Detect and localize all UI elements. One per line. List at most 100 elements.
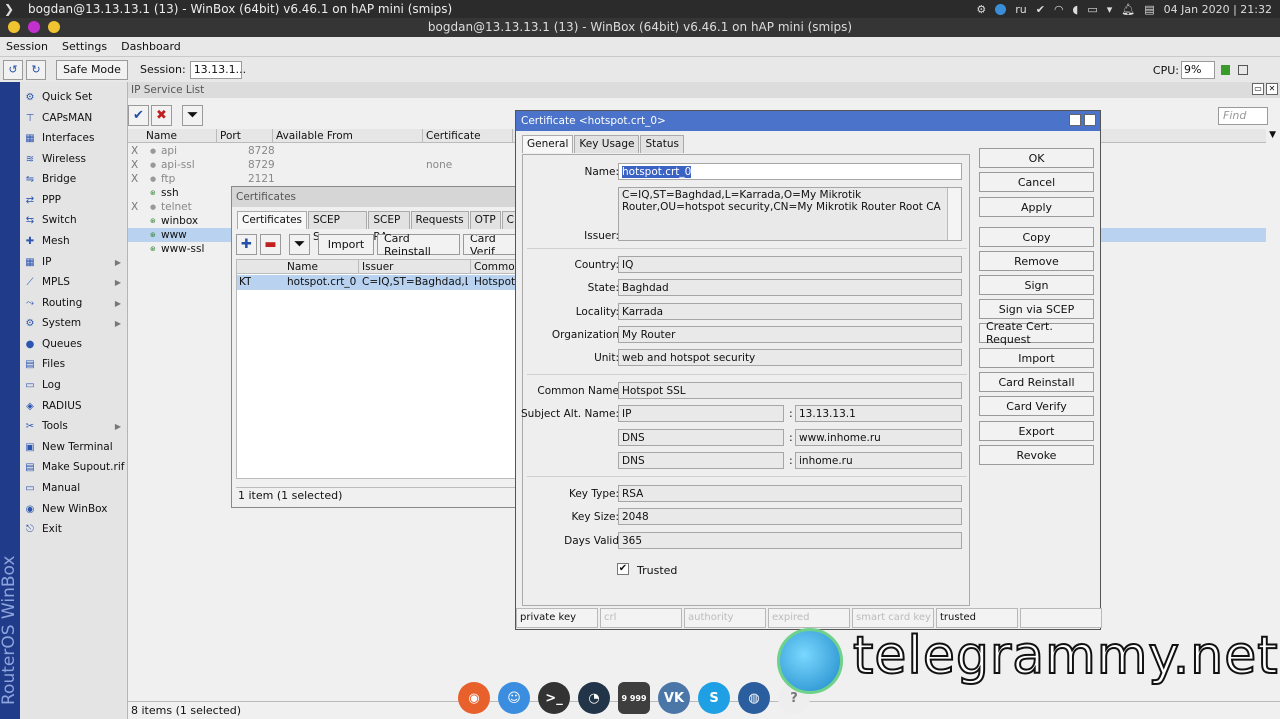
copy-button[interactable]: Copy [979, 227, 1094, 247]
sidebar-item-files[interactable]: ▤ Files [23, 354, 127, 374]
san-type-field[interactable]: DNS [618, 429, 784, 446]
tab-requests[interactable]: Requests [410, 211, 469, 229]
issuer-scrollbar[interactable] [947, 188, 961, 240]
card-reinstall-button[interactable]: Card Reinstall [979, 372, 1094, 392]
sidebar-item-ip[interactable]: ▦ IP ▶ [23, 252, 127, 272]
sidebar-item-mpls[interactable]: ⟋ MPLS ▶ [23, 272, 127, 292]
find-input[interactable]: Find [1218, 107, 1268, 125]
enable-check-icon[interactable]: ✔ [128, 105, 149, 126]
common-name-field[interactable]: Hotspot SSL [618, 382, 962, 399]
menu-session[interactable]: Session [6, 40, 48, 53]
ok-button[interactable]: OK [979, 148, 1094, 168]
undo-icon[interactable]: ↺ [3, 59, 23, 80]
tab-certificates[interactable]: Certificates [237, 211, 308, 229]
san-type-field[interactable]: IP [618, 405, 784, 422]
sidebar-item-queues[interactable]: ● Queues [23, 334, 127, 354]
sidebar-item-system[interactable]: ⚙ System ▶ [23, 313, 127, 333]
telegram-tray-icon[interactable] [995, 3, 1007, 15]
unit-field[interactable]: web and hotspot security [618, 349, 962, 366]
minimize-button[interactable] [8, 21, 20, 33]
days-valid-field[interactable]: 365 [618, 532, 962, 549]
clock[interactable]: 04 Jan 2020 | 21:32 [1164, 3, 1272, 16]
wifi-icon[interactable]: ◠ [1054, 3, 1064, 16]
revoke-button[interactable]: Revoke [979, 445, 1094, 465]
filter-icon[interactable]: ⏷ [182, 105, 203, 126]
system-monitor-icon[interactable]: ◔ [578, 682, 610, 714]
sidebar-item-bridge[interactable]: ⇋ Bridge [23, 169, 127, 189]
disable-x-icon[interactable]: ✖ [151, 105, 172, 126]
sidebar-item-tools[interactable]: ✂ Tools ▶ [23, 416, 127, 436]
remove-button[interactable]: Remove [979, 251, 1094, 271]
card-verify-button[interactable]: Card Verify [979, 396, 1094, 416]
tab-key-usage[interactable]: Key Usage [574, 135, 640, 153]
menu-dashboard[interactable]: Dashboard [121, 40, 181, 53]
vk-icon[interactable]: VK [658, 682, 690, 714]
col-name[interactable]: Name [284, 260, 359, 274]
sign-via-scep-button[interactable]: Sign via SCEP [979, 299, 1094, 319]
sidebar-item-mesh[interactable]: ✚ Mesh [23, 231, 127, 251]
col-port[interactable]: Port [217, 129, 273, 143]
sidebar-item-log[interactable]: ▭ Log [23, 375, 127, 395]
san-value-field[interactable]: 13.13.13.1 [795, 405, 962, 422]
key-size-field[interactable]: 2048 [618, 508, 962, 525]
clipboard-icon[interactable]: ▤ [1144, 3, 1154, 16]
sign-button[interactable]: Sign [979, 275, 1094, 295]
apply-button[interactable]: Apply [979, 197, 1094, 217]
issuer-field[interactable]: C=IQ,ST=Baghdad,L=Karrada,O=My Mikrotik … [618, 187, 962, 241]
sidebar-item-switch[interactable]: ⇆ Switch [23, 210, 127, 230]
trusted-checkbox[interactable]: ✔ [617, 563, 629, 575]
sidebar-item-wireless[interactable]: ≋ Wireless [23, 149, 127, 169]
sidebar-item-new-winbox[interactable]: ◉ New WinBox [23, 499, 127, 519]
organization-field[interactable]: My Router [618, 326, 962, 343]
sidebar-item-quick-set[interactable]: ⚙ Quick Set [23, 87, 127, 107]
maximize-button[interactable] [28, 21, 40, 33]
export-button[interactable]: Export [979, 421, 1094, 441]
skype-icon[interactable]: S [698, 682, 730, 714]
sidebar-item-ppp[interactable]: ⇄ PPP [23, 190, 127, 210]
window-close-button[interactable]: ✕ [1266, 83, 1278, 95]
add-icon[interactable]: ✚ [236, 234, 257, 255]
sidebar-item-exit[interactable]: ⎋ Exit [23, 519, 127, 539]
import-button[interactable]: Import [318, 234, 374, 255]
locality-field[interactable]: Karrada [618, 303, 962, 320]
country-field[interactable]: IQ [618, 256, 962, 273]
tab-scep-servers[interactable]: SCEP Servers [308, 211, 368, 243]
window-restore-button[interactable]: ▭ [1069, 114, 1081, 126]
sidebar-item-make-supout-rif[interactable]: ▤ Make Supout.rif [23, 457, 127, 477]
finder-icon[interactable]: ☺ [498, 682, 530, 714]
check-icon[interactable]: ✔ [1036, 3, 1045, 16]
state-field[interactable]: Baghdad [618, 279, 962, 296]
table-row[interactable]: KT hotspot.crt_0 C=IQ,ST=Baghdad,L... Ho… [237, 275, 521, 290]
sidebar-item-radius[interactable]: ◈ RADIUS [23, 396, 127, 416]
import-button[interactable]: Import [979, 348, 1094, 368]
col-certificate[interactable]: Certificate [423, 129, 513, 143]
battery-icon[interactable]: ▭ [1087, 3, 1097, 16]
key-type-field[interactable]: RSA [618, 485, 962, 502]
tab-scep-ra[interactable]: SCEP RA [368, 211, 410, 243]
language-indicator[interactable]: ru [1015, 3, 1027, 16]
create-cert-request-button[interactable]: Create Cert. Request [979, 320, 1094, 346]
name-field[interactable]: hotspot.crt_0 [618, 163, 962, 180]
mikrotik-icon[interactable]: ◍ [738, 682, 770, 714]
session-field[interactable]: 13.13.1... [189, 60, 246, 79]
badge-app-icon[interactable]: 9 999 [618, 682, 650, 714]
close-button[interactable] [48, 21, 60, 33]
window-close-button[interactable]: ✕ [1084, 114, 1096, 126]
tab-general[interactable]: General [522, 135, 574, 153]
sidebar-item-manual[interactable]: ▭ Manual [23, 478, 127, 498]
safe-mode-button[interactable]: Safe Mode [56, 59, 128, 80]
col-available-from[interactable]: Available From [273, 129, 423, 143]
filter-icon[interactable]: ⏷ [289, 234, 310, 255]
column-chooser-icon[interactable]: ▼ [1269, 130, 1276, 140]
tab-otp[interactable]: OTP [469, 211, 501, 229]
firefox-icon[interactable]: ◉ [458, 682, 490, 714]
tab-status[interactable]: Status [640, 135, 684, 153]
sidebar-item-interfaces[interactable]: ▦ Interfaces [23, 128, 127, 148]
redo-icon[interactable]: ↻ [26, 59, 46, 80]
menu-settings[interactable]: Settings [62, 40, 107, 53]
sidebar-item-capsman[interactable]: ⊤ CAPsMAN [23, 108, 127, 128]
col-issuer[interactable]: Issuer [359, 260, 471, 274]
settings-icon[interactable]: ⚙ [976, 3, 986, 16]
terminal-icon[interactable]: >_ [538, 682, 570, 714]
remove-icon[interactable]: ▬ [260, 234, 281, 255]
